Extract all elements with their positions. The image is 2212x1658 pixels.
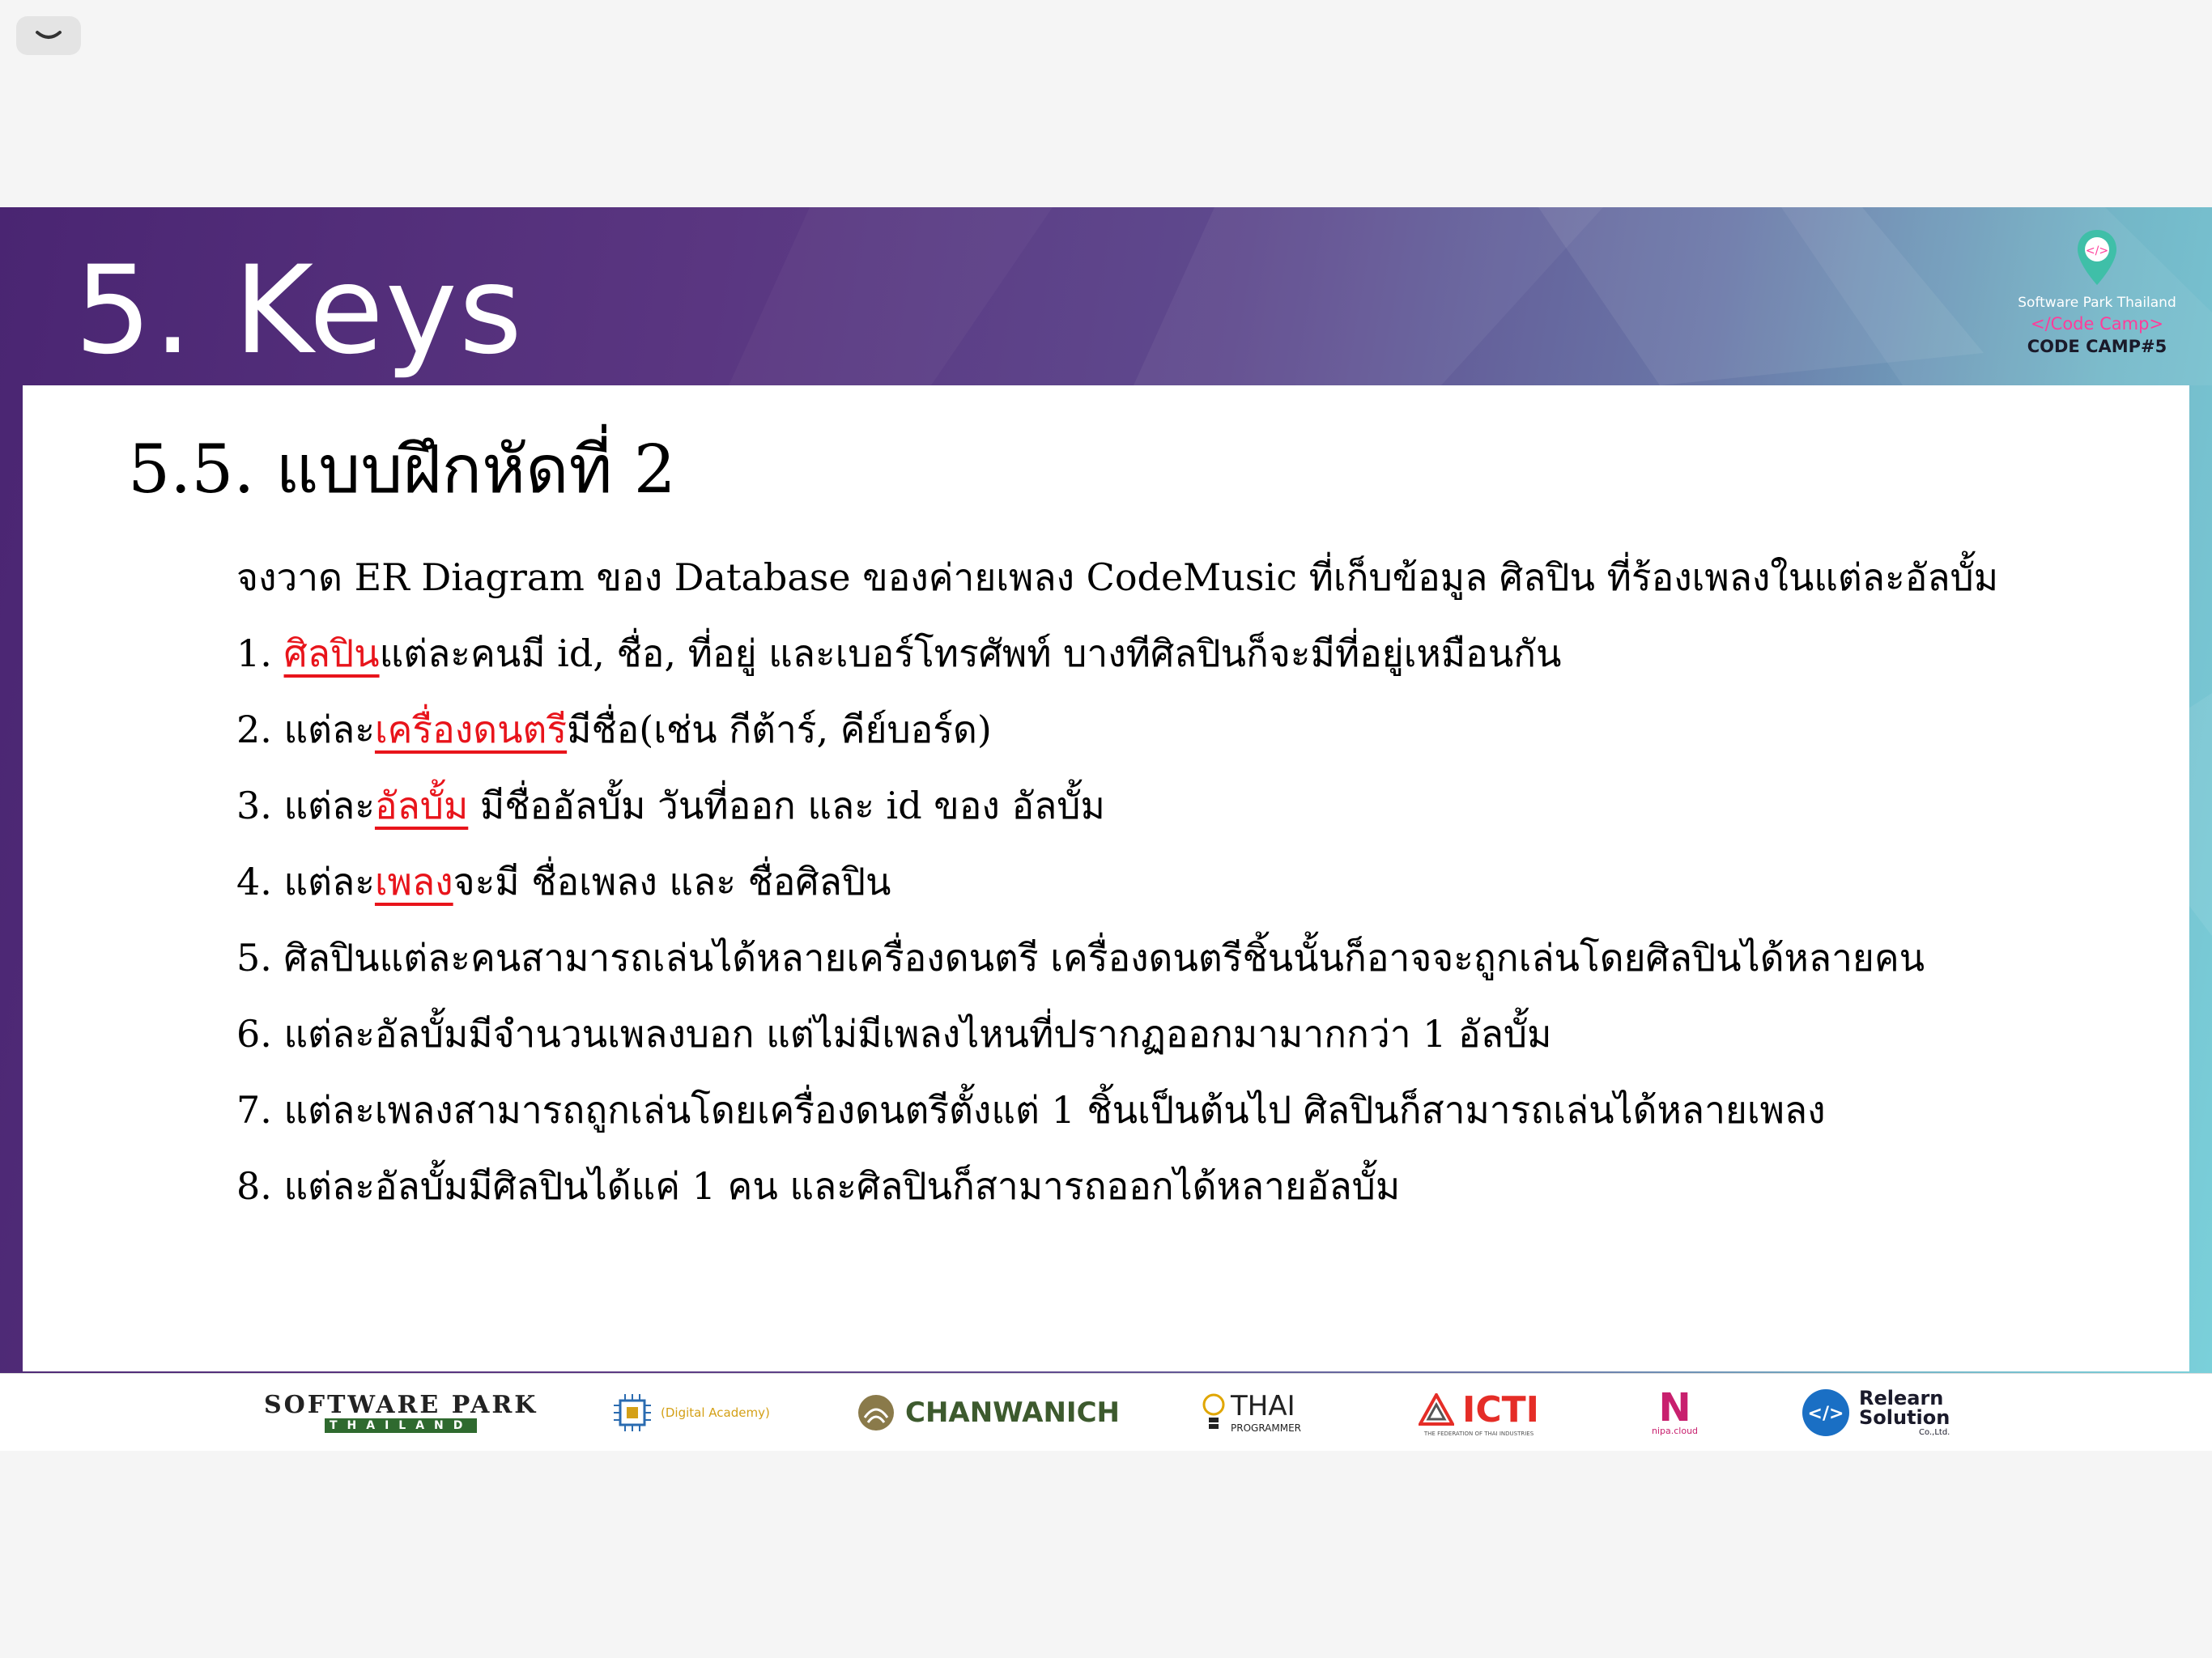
chanwanich-logo: CHANWANICH (857, 1374, 1120, 1451)
digital-academy-logo: (Digital Academy) (610, 1374, 770, 1451)
keyword-artist: ศิลปิน (283, 631, 380, 675)
sponsor-logo-bar: SOFTWARE PARK THAILAND (Digital Academy)… (0, 1373, 2212, 1451)
list-item: 6. แต่ละอัลบั้มมีจำนวนเพลงบอก แต่ไม่มีเพ… (236, 1012, 1552, 1056)
keyword-instrument: เครื่องดนตรี (374, 708, 568, 751)
svg-text:</>: </> (2086, 244, 2108, 257)
code-camp-brand: </> Software Park Thailand </Code Camp> … (2008, 228, 2186, 374)
slide-title: 5. Keys (74, 240, 524, 381)
location-pin-code-icon: </> (2078, 230, 2116, 285)
intro-line: จงวาด ER Diagram ของ Database ของค่ายเพล… (236, 555, 1999, 599)
list-item: 2. แต่ละเครื่องดนตรีมีชื่อ(เช่น กีต้าร์,… (236, 708, 992, 751)
collapse-button[interactable] (16, 16, 81, 55)
list-item: 5. ศิลปินแต่ละคนสามารถเล่นได้หลายเครื่อง… (236, 936, 1925, 980)
keyword-album: อัลบั้ม (374, 784, 469, 827)
brand-code-camp: </Code Camp> (2030, 314, 2164, 334)
content-panel: 5.5. แบบฝึกหัดที่ 2 จงวาด ER Diagram ของ… (23, 385, 2189, 1371)
icti-triangle-icon (1419, 1393, 1454, 1426)
chevron-down-icon (36, 31, 62, 39)
code-circle-icon: </> (1802, 1389, 1849, 1436)
brand-edition: CODE CAMP#5 (2027, 337, 2167, 356)
nipa-cloud-logo: N nipa.cloud (1652, 1384, 1699, 1436)
lightbulb-icon (1202, 1393, 1225, 1429)
relearn-solution-logo: </> Relearn Solution Co.,Ltd. (1801, 1374, 1950, 1451)
exercise-body: จงวาด ER Diagram ของ Database ของค่ายเพล… (236, 539, 2163, 1224)
list-item: 8. แต่ละอัลบั้มมีศิลปินได้แค่ 1 คน และศิ… (236, 1164, 1401, 1208)
list-item: 1. ศิลปินแต่ละคนมี id, ชื่อ, ที่อยู่ และ… (236, 631, 1562, 675)
svg-text:</>: </> (1808, 1404, 1844, 1424)
thai-programmer-logo: THAI PROGRAMMER (1202, 1374, 1301, 1451)
slide: 5. Keys </> Software Park Thailand </Cod… (0, 207, 2212, 1451)
chanwanich-emblem-icon (858, 1395, 894, 1431)
keyword-song: เพลง (374, 860, 453, 903)
chip-icon (614, 1394, 651, 1431)
brand-name: Software Park Thailand (2018, 295, 2176, 311)
list-item: 7. แต่ละเพลงสามารถถูกเล่นโดยเครื่องดนตรี… (236, 1088, 1826, 1132)
icti-logo: ICTI THE FEDERATION OF THAI INDUSTRIES (1419, 1374, 1539, 1451)
list-item: 3. แต่ละอัลบั้ม มีชื่ออัลบั้ม วันที่ออก … (236, 784, 1105, 827)
list-item: 4. แต่ละเพลงจะมี ชื่อเพลง และ ชื่อศิลปิน (236, 860, 891, 903)
section-heading: 5.5. แบบฝึกหัดที่ 2 (128, 432, 676, 508)
software-park-logo: SOFTWARE PARK THAILAND (264, 1391, 538, 1433)
